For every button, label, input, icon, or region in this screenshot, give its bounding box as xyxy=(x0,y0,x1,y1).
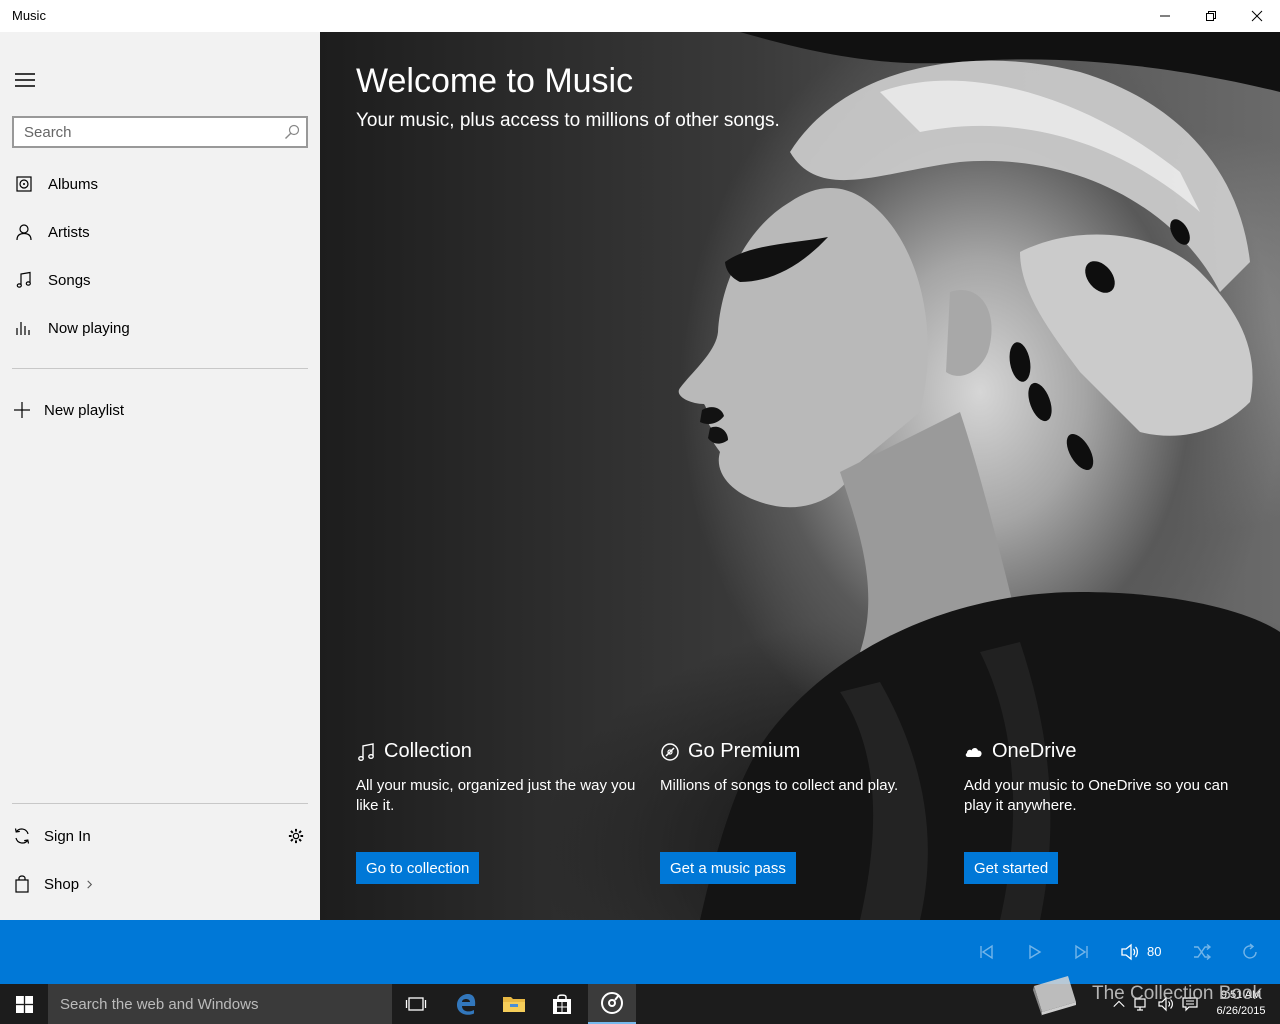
person-icon xyxy=(16,224,32,241)
nav-item-label: Songs xyxy=(48,271,91,289)
speaker-icon xyxy=(1121,943,1139,961)
hero-banner: Welcome to Music Your music, plus access… xyxy=(320,32,1280,920)
feature-title: Go Premium xyxy=(688,740,801,762)
shop-button[interactable]: Shop xyxy=(0,862,140,906)
previous-button[interactable] xyxy=(976,942,996,962)
taskbar-search-box[interactable]: Search the web and Windows xyxy=(48,984,392,1024)
task-view-icon xyxy=(405,997,427,1011)
hamburger-menu-button[interactable] xyxy=(14,72,36,88)
task-view-button[interactable] xyxy=(392,984,440,1024)
groove-music-icon xyxy=(601,992,623,1014)
chevron-right-icon xyxy=(87,880,93,888)
nav-item-label: Artists xyxy=(48,223,90,241)
book-logo-icon xyxy=(1033,976,1076,1016)
gear-icon xyxy=(288,828,304,844)
volume-level: 80 xyxy=(1147,944,1162,959)
repeat-button[interactable] xyxy=(1240,942,1260,962)
restore-icon xyxy=(1206,11,1216,21)
search-icon[interactable] xyxy=(284,124,300,140)
nav-item-artists[interactable]: Artists xyxy=(0,210,320,254)
search-box xyxy=(12,116,308,148)
shop-label: Shop xyxy=(44,875,80,893)
store-button[interactable] xyxy=(538,984,586,1024)
feature-description: All your music, organized just the way y… xyxy=(356,777,636,814)
sidebar-divider xyxy=(12,368,308,369)
watermark-text: The Collection Book xyxy=(1092,983,1263,1004)
feature-collection: Collection All your music, organized jus… xyxy=(356,740,646,884)
feature-title: OneDrive xyxy=(992,740,1077,762)
music-app-taskbar-button[interactable] xyxy=(588,984,636,1024)
app-title: Music xyxy=(12,8,46,23)
minimize-icon xyxy=(1160,15,1170,17)
store-bag-icon xyxy=(553,994,571,1014)
start-button[interactable] xyxy=(0,984,48,1024)
sidebar-divider xyxy=(12,803,308,804)
music-note-icon xyxy=(16,271,31,288)
plus-icon xyxy=(14,402,30,418)
edge-icon xyxy=(457,994,476,1015)
hero-subtitle: Your music, plus access to millions of o… xyxy=(356,110,780,131)
next-button[interactable] xyxy=(1072,942,1092,962)
volume-button[interactable] xyxy=(1120,942,1140,962)
music-note-icon xyxy=(358,742,374,761)
get-started-button[interactable]: Get started xyxy=(964,852,1059,884)
settings-button[interactable] xyxy=(282,824,310,848)
restore-button[interactable] xyxy=(1188,0,1234,32)
new-playlist-label: New playlist xyxy=(44,401,125,419)
play-icon xyxy=(1029,944,1042,960)
feature-title: Collection xyxy=(384,740,472,762)
go-to-collection-button[interactable]: Go to collection xyxy=(356,852,480,884)
repeat-icon xyxy=(1243,943,1257,959)
new-playlist-button[interactable]: New playlist xyxy=(0,388,320,432)
play-button[interactable] xyxy=(1024,942,1044,962)
hamburger-icon xyxy=(15,73,35,87)
minimize-button[interactable] xyxy=(1142,0,1188,32)
sign-in-label: Sign In xyxy=(44,827,91,845)
nav-item-label: Now playing xyxy=(48,319,130,337)
cloud-icon xyxy=(965,747,982,757)
nav-item-now-playing[interactable]: Now playing xyxy=(0,306,320,350)
feature-go-premium: Go Premium Millions of songs to collect … xyxy=(660,740,950,884)
folder-icon xyxy=(503,997,525,1012)
close-icon xyxy=(1251,10,1263,22)
nav-item-songs[interactable]: Songs xyxy=(0,258,320,302)
skip-previous-icon xyxy=(980,944,993,960)
edge-browser-button[interactable] xyxy=(442,984,490,1024)
skip-next-icon xyxy=(1075,944,1088,960)
equalizer-icon xyxy=(16,322,30,335)
file-explorer-button[interactable] xyxy=(490,984,538,1024)
sync-icon xyxy=(14,828,30,844)
shuffle-icon xyxy=(1194,943,1212,961)
feature-onedrive: OneDrive Add your music to OneDrive so y… xyxy=(964,740,1254,884)
nav-item-label: Albums xyxy=(48,175,99,193)
shuffle-button[interactable] xyxy=(1192,942,1212,962)
nav-item-albums[interactable]: Albums xyxy=(0,162,320,206)
close-button[interactable] xyxy=(1234,0,1280,32)
premium-icon xyxy=(661,742,679,761)
sidebar: Albums Artists Songs Now playing New pla… xyxy=(0,32,320,920)
title-bar: Music xyxy=(0,0,1280,32)
feature-description: Add your music to OneDrive so you can pl… xyxy=(964,777,1229,814)
feature-description: Millions of songs to collect and play. xyxy=(660,777,899,794)
shopping-bag-icon xyxy=(15,875,29,893)
hero-title: Welcome to Music xyxy=(356,62,634,100)
watermark: The Collection Book xyxy=(1030,972,1262,1016)
album-icon xyxy=(16,176,32,192)
windows-logo-icon xyxy=(15,995,33,1013)
sign-in-button[interactable]: Sign In xyxy=(0,814,260,858)
search-input[interactable] xyxy=(14,118,274,146)
taskbar-search-text: Search the web and Windows xyxy=(60,995,259,1013)
get-a-music-pass-button[interactable]: Get a music pass xyxy=(660,852,796,884)
